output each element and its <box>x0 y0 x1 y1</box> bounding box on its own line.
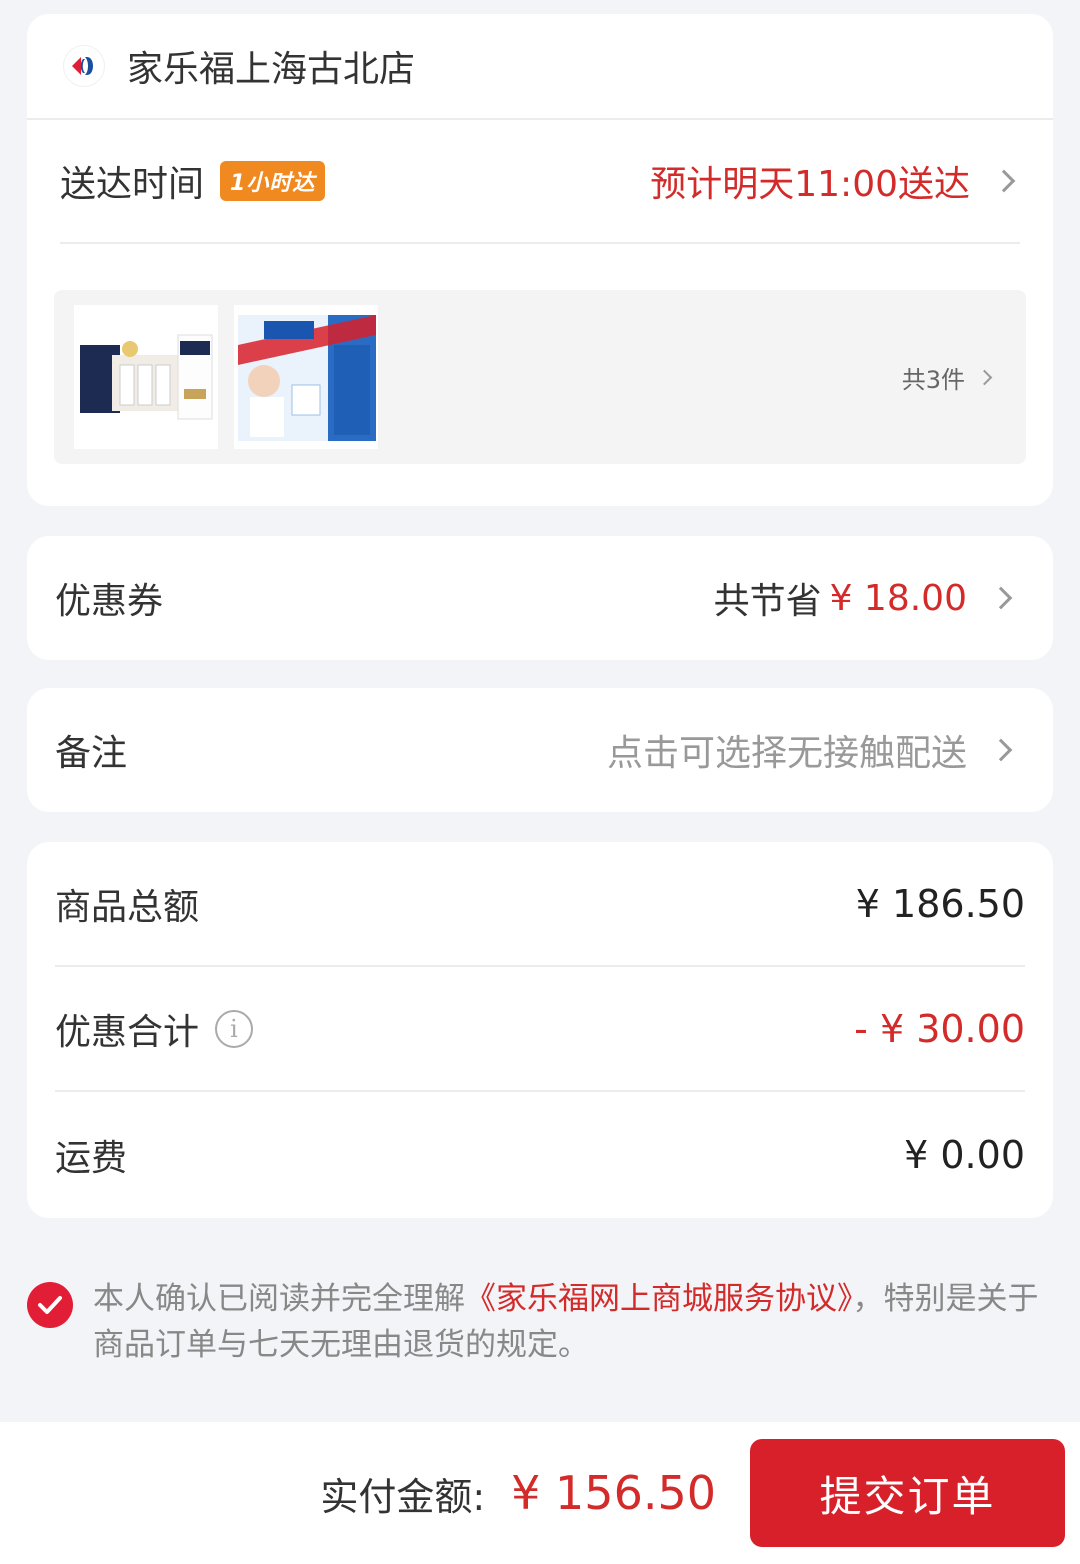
delivery-time-label: 送达时间 <box>60 164 205 205</box>
coupon-savings-prefix: 共节省 <box>713 581 822 622</box>
coupon-savings-amount: ¥ 18.00 <box>829 577 967 619</box>
product-count[interactable]: 共3件 <box>901 360 993 395</box>
agreement-section: 本人确认已阅读并完全理解《家乐福网上商城服务协议》，特别是关于商品订单与七天无理… <box>27 1276 1057 1368</box>
agreement-text-before: 本人确认已阅读并完全理解 <box>93 1281 465 1317</box>
remark-hint: 点击可选择无接触配送 <box>606 733 967 774</box>
info-icon[interactable]: i <box>215 1009 254 1048</box>
product-list[interactable]: 共3件 <box>54 290 1026 464</box>
store-name: 家乐福上海古北店 <box>127 49 416 90</box>
pay-amount-value: ¥ 156.50 <box>511 1466 716 1520</box>
chevron-right-icon <box>989 586 1013 610</box>
discount-total-value: - ¥ 30.00 <box>854 1006 1025 1051</box>
shipping-fee-value: ¥ 0.00 <box>904 1132 1025 1177</box>
store-card: 家乐福上海古北店 送达时间 1小时达 预计明天11:00送达 共3件 <box>27 14 1053 506</box>
submit-order-button[interactable]: 提交订单 <box>750 1439 1065 1547</box>
service-agreement-link[interactable]: 《家乐福网上商城服务协议》 <box>465 1281 853 1317</box>
pay-amount-label: 实付金额: <box>320 1474 486 1519</box>
chevron-right-icon <box>992 169 1016 193</box>
checkout-bar: 实付金额: ¥ 156.50 提交订单 <box>0 1422 1080 1564</box>
discount-label-group: 优惠合计 i <box>55 1003 254 1055</box>
agreement-text: 本人确认已阅读并完全理解《家乐福网上商城服务协议》，特别是关于商品订单与七天无理… <box>93 1276 1057 1368</box>
shipping-fee-label: 运费 <box>55 1137 128 1179</box>
delivery-time-row[interactable]: 送达时间 1小时达 预计明天11:00送达 <box>60 120 1020 244</box>
goods-total-label: 商品总额 <box>55 886 200 928</box>
store-header[interactable]: 家乐福上海古北店 <box>27 14 1053 120</box>
product-thumbnail-yogurt <box>234 305 378 449</box>
goods-total-value: ¥ 186.50 <box>855 881 1025 926</box>
discount-total-label: 优惠合计 <box>55 1011 200 1053</box>
remark-row[interactable]: 备注 点击可选择无接触配送 <box>27 688 1053 812</box>
delivery-time-value: 预计明天11:00送达 <box>650 164 970 205</box>
price-summary-card: 商品总额 ¥ 186.50 优惠合计 i - ¥ 30.00 运费 ¥ 0.00 <box>27 842 1053 1218</box>
carrefour-logo-icon <box>63 45 105 87</box>
shipping-fee-row: 运费 ¥ 0.00 <box>55 1092 1025 1217</box>
discount-total-row: 优惠合计 i - ¥ 30.00 <box>55 967 1025 1092</box>
product-count-label: 共3件 <box>901 365 965 394</box>
one-hour-delivery-badge: 1小时达 <box>220 161 326 201</box>
agreement-checkbox-checked-icon[interactable] <box>27 1282 73 1328</box>
chevron-right-icon <box>976 369 993 385</box>
coupon-label: 优惠券 <box>55 581 164 622</box>
coupon-row[interactable]: 优惠券 共节省 ¥ 18.00 <box>27 536 1053 660</box>
goods-total-row: 商品总额 ¥ 186.50 <box>55 842 1025 967</box>
chevron-right-icon <box>989 738 1013 762</box>
remark-label: 备注 <box>55 733 128 774</box>
product-thumbnail-milk <box>74 305 218 449</box>
